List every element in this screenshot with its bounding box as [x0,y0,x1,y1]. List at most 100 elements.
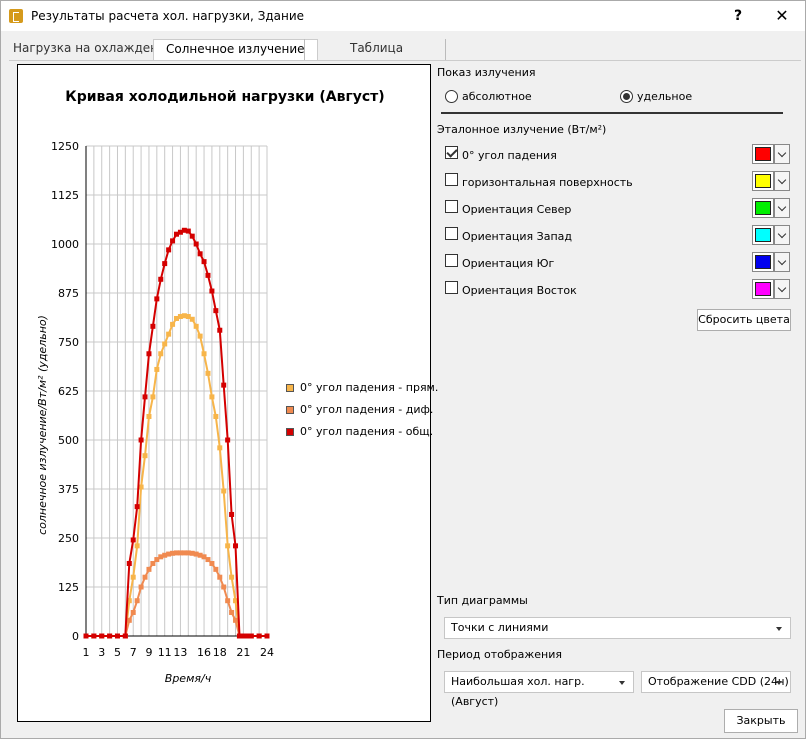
color-dropdown-south[interactable] [774,252,790,272]
data-point [170,238,176,244]
y-tick-label: 125 [58,581,79,594]
data-point [162,341,168,347]
color-swatch [755,282,771,296]
checkbox-incidence-0-label: 0° угол падения [462,149,557,162]
legend-label: 0° угол падения - прям. [300,381,439,394]
color-picker-horizontal[interactable] [752,171,774,191]
data-point [130,574,136,580]
color-picker-incidence-0[interactable] [752,144,774,164]
radio-specific[interactable] [620,90,633,103]
data-point [221,488,227,494]
data-point [158,351,164,357]
color-dropdown-west[interactable] [774,225,790,245]
window-title: Результаты расчета хол. нагрузки, Здание [31,9,305,23]
close-button[interactable]: Закрыть [724,709,798,733]
y-tick-label: 250 [58,532,79,545]
radiation-display-label: Показ излучения [437,66,536,79]
data-point [150,323,156,329]
legend-item: 0° угол падения - диф. [286,403,438,425]
chevron-down-icon [777,202,787,212]
cdd-display-select[interactable]: Отображение CDD (24ч) [641,671,791,693]
tab-bar: Нагрузка на охлаждение Солнечное излучен… [1,31,806,61]
data-point [213,308,219,314]
close-window-button[interactable]: ✕ [765,4,799,28]
legend-item: 0° угол падения - общ. [286,425,438,447]
data-point [142,574,148,580]
data-point [248,633,254,639]
y-tick-label: 1125 [51,189,79,202]
tab-table[interactable]: Таблица [350,39,403,61]
x-tick-label: 24 [260,646,274,659]
color-swatch [755,147,771,161]
data-point [142,453,148,459]
checkbox-horizontal[interactable] [445,173,458,186]
x-tick-label: 16 [197,646,211,659]
data-point [233,543,239,549]
x-tick-label: 18 [213,646,227,659]
data-point [83,633,89,639]
data-point [166,247,172,253]
data-point [217,327,223,333]
data-point [193,323,199,329]
color-picker-east[interactable] [752,279,774,299]
diagram-type-select[interactable]: Точки с линиями [444,617,791,639]
data-point [158,276,164,282]
color-dropdown-north[interactable] [774,198,790,218]
diagram-type-value: Точки с линиями [451,621,549,634]
data-point [99,633,105,639]
data-point [146,351,152,357]
radio-absolute-label: абсолютное [462,90,532,103]
data-point [225,437,231,443]
checkbox-east[interactable] [445,281,458,294]
color-dropdown-horizontal[interactable] [774,171,790,191]
chevron-down-icon [777,229,787,239]
chart-x-axis-title: Время/ч [164,672,212,685]
data-point [213,413,219,419]
checkbox-north[interactable] [445,200,458,213]
data-point [114,633,120,639]
color-dropdown-east[interactable] [774,279,790,299]
data-point [154,366,160,372]
data-point [91,633,97,639]
help-button[interactable]: ? [723,4,753,28]
data-point [134,598,140,604]
data-point [126,617,132,623]
color-dropdown-incidence-0[interactable] [774,144,790,164]
data-point [209,394,215,400]
data-point [229,574,235,580]
reset-colors-button[interactable]: Сбросить цвета [697,309,791,331]
series-line [86,314,267,637]
color-picker-west[interactable] [752,225,774,245]
data-point [126,560,132,566]
data-point [107,633,113,639]
title-bar: Результаты расчета хол. нагрузки, Здание… [1,1,805,31]
dropdown-arrow-icon [776,681,782,685]
checkbox-west[interactable] [445,227,458,240]
checkbox-south[interactable] [445,254,458,267]
data-point [233,617,239,623]
color-picker-south[interactable] [752,252,774,272]
data-point [205,370,211,376]
period-value: Наибольшая хол. нагр. (Август) [451,675,585,708]
data-point [170,321,176,327]
group-divider [441,112,783,114]
period-select[interactable]: Наибольшая хол. нагр. (Август) [444,671,634,708]
data-point [146,566,152,572]
data-point [166,331,172,337]
x-tick-label: 5 [114,646,121,659]
data-point [264,633,270,639]
data-point [209,560,215,566]
tab-solar-radiation[interactable]: Солнечное излучение [153,39,318,61]
data-point [162,261,168,267]
color-picker-north[interactable] [752,198,774,218]
data-point [142,394,148,400]
data-point [134,543,140,549]
tab-cooling-load[interactable]: Нагрузка на охлаждение [13,39,173,61]
color-swatch [755,201,771,215]
checkbox-incidence-0[interactable] [445,146,458,159]
data-point [154,296,160,302]
chart-panel: Кривая холодильной нагрузки (Август) 0 12… [17,64,438,722]
legend-swatch [286,406,294,414]
radio-absolute[interactable] [445,90,458,103]
checkbox-east-label: Ориентация Восток [462,284,577,297]
